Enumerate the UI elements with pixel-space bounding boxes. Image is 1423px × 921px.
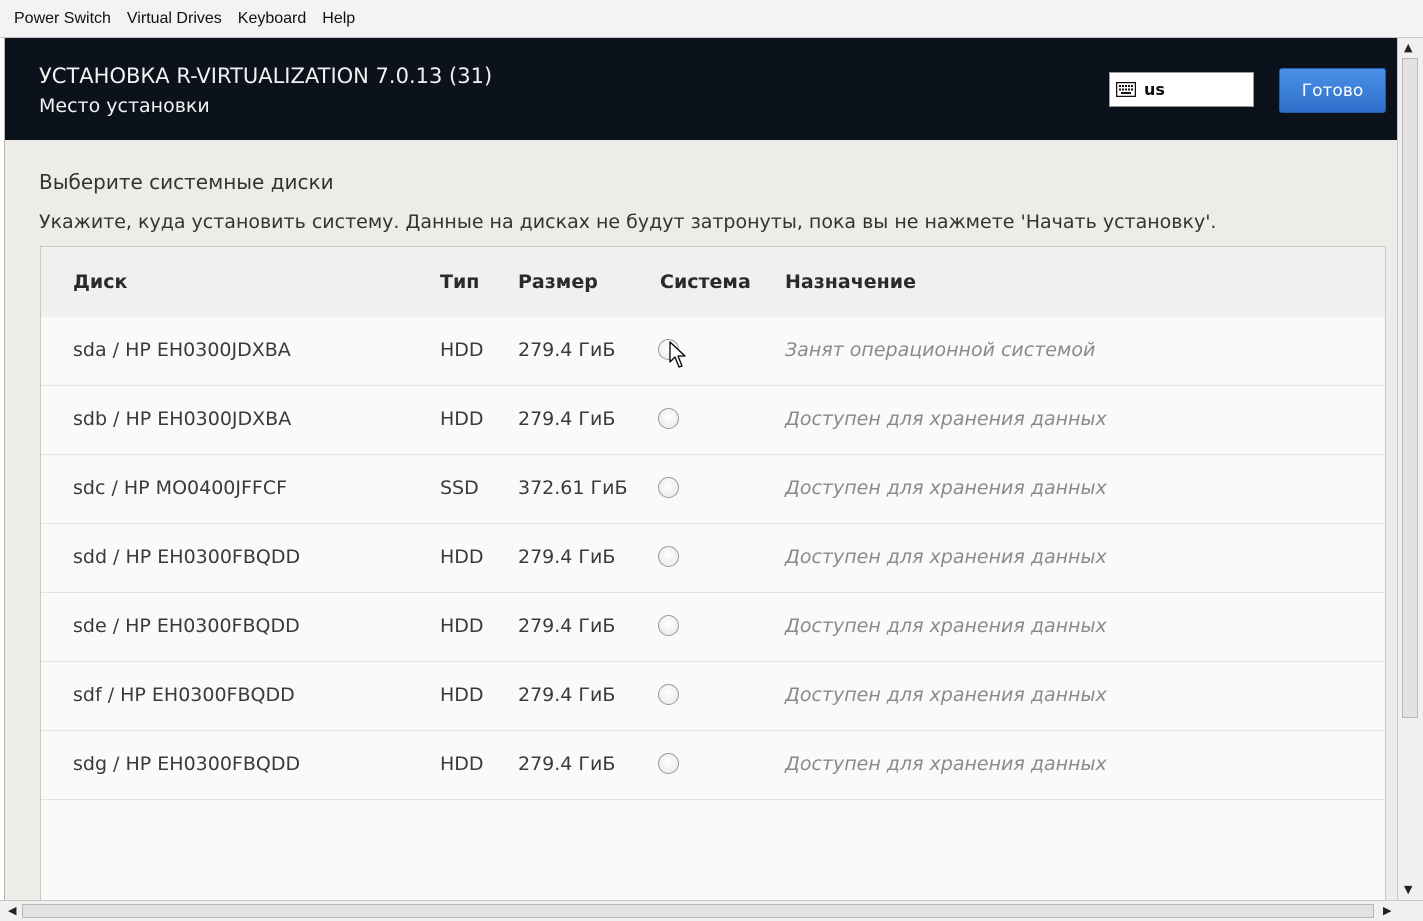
vertical-scrollbar[interactable]: ▲ ▼ <box>1397 38 1423 900</box>
disk-size: 279.4 ГиБ <box>518 615 616 637</box>
system-radio[interactable] <box>658 615 679 636</box>
disk-size: 279.4 ГиБ <box>518 546 616 568</box>
disk-purpose: Доступен для хранения данных <box>785 408 1107 430</box>
disk-type: HDD <box>440 615 484 637</box>
disk-size: 279.4 ГиБ <box>518 753 616 775</box>
menu-help[interactable]: Help <box>314 0 363 38</box>
system-radio[interactable] <box>658 684 679 705</box>
vertical-scroll-thumb[interactable] <box>1402 58 1418 718</box>
disk-purpose: Доступен для хранения данных <box>785 753 1107 775</box>
disk-purpose: Занят операционной системой <box>785 339 1096 361</box>
disk-size: 372.61 ГиБ <box>518 477 628 499</box>
keyboard-layout-value: us <box>1144 80 1165 99</box>
menu-power-switch[interactable]: Power Switch <box>6 0 119 38</box>
menu-virtual-drives[interactable]: Virtual Drives <box>119 0 230 38</box>
disk-size: 279.4 ГиБ <box>518 339 616 361</box>
disk-purpose: Доступен для хранения данных <box>785 477 1107 499</box>
menu-bar: Power Switch Virtual Drives Keyboard Hel… <box>0 0 1423 38</box>
installer-title: УСТАНОВКА R-VIRTUALIZATION 7.0.13 (31) <box>39 64 493 88</box>
table-row[interactable]: sdc / HP MO0400JFFCF SSD 372.61 ГиБ Дост… <box>41 455 1385 524</box>
disk-purpose: Доступен для хранения данных <box>785 546 1107 568</box>
disk-name: sdg / HP EH0300FBQDD <box>73 753 301 775</box>
installer-window: УСТАНОВКА R-VIRTUALIZATION 7.0.13 (31) М… <box>4 38 1398 900</box>
column-header-type: Тип <box>440 271 480 293</box>
disk-name: sdf / HP EH0300FBQDD <box>73 684 295 706</box>
scroll-left-icon[interactable]: ◀ <box>8 904 16 917</box>
column-header-system: Система <box>660 271 751 293</box>
done-button[interactable]: Готово <box>1279 68 1386 113</box>
disk-name: sdc / HP MO0400JFFCF <box>73 477 288 499</box>
page-title: Место установки <box>39 95 210 117</box>
disk-purpose: Доступен для хранения данных <box>785 615 1107 637</box>
table-row[interactable]: sda / HP EH0300JDXBA HDD 279.4 ГиБ Занят… <box>41 317 1385 386</box>
horizontal-scrollbar[interactable]: ◀ ▶ <box>0 900 1423 921</box>
disk-name: sdb / HP EH0300JDXBA <box>73 408 292 430</box>
system-radio[interactable] <box>658 753 679 774</box>
disk-name: sda / HP EH0300JDXBA <box>73 339 291 361</box>
column-header-disk: Диск <box>73 271 128 293</box>
table-row[interactable]: sdb / HP EH0300JDXBA HDD 279.4 ГиБ Досту… <box>41 386 1385 455</box>
disk-type: HDD <box>440 339 484 361</box>
table-row[interactable]: sde / HP EH0300FBQDD HDD 279.4 ГиБ Досту… <box>41 593 1385 662</box>
table-header: Диск Тип Размер Система Назначение <box>41 247 1385 317</box>
system-radio[interactable] <box>658 477 679 498</box>
disk-table: Диск Тип Размер Система Назначение sda /… <box>40 246 1386 900</box>
disk-type: HDD <box>440 408 484 430</box>
system-radio[interactable] <box>658 546 679 567</box>
disk-type: HDD <box>440 684 484 706</box>
horizontal-scroll-thumb[interactable] <box>22 904 1374 918</box>
section-title: Выберите системные диски <box>39 170 334 194</box>
keyboard-layout-indicator[interactable]: us <box>1109 72 1254 107</box>
system-radio[interactable] <box>658 408 679 429</box>
disk-size: 279.4 ГиБ <box>518 684 616 706</box>
scroll-up-icon[interactable]: ▲ <box>1404 41 1412 54</box>
table-row[interactable]: sdg / HP EH0300FBQDD HDD 279.4 ГиБ Досту… <box>41 731 1385 800</box>
mouse-cursor-icon <box>669 341 686 368</box>
disk-purpose: Доступен для хранения данных <box>785 684 1107 706</box>
disk-type: HDD <box>440 546 484 568</box>
scroll-right-icon[interactable]: ▶ <box>1383 904 1391 917</box>
disk-name: sdd / HP EH0300FBQDD <box>73 546 301 568</box>
disk-name: sde / HP EH0300FBQDD <box>73 615 300 637</box>
disk-type: SSD <box>440 477 479 499</box>
section-description: Укажите, куда установить систему. Данные… <box>39 211 1217 233</box>
scroll-down-icon[interactable]: ▼ <box>1404 883 1412 896</box>
column-header-size: Размер <box>518 271 598 293</box>
keyboard-icon <box>1116 82 1136 97</box>
column-header-purpose: Назначение <box>785 271 916 293</box>
menu-keyboard[interactable]: Keyboard <box>230 0 315 38</box>
installer-header: УСТАНОВКА R-VIRTUALIZATION 7.0.13 (31) М… <box>5 38 1398 140</box>
table-row[interactable]: sdf / HP EH0300FBQDD HDD 279.4 ГиБ Досту… <box>41 662 1385 731</box>
disk-size: 279.4 ГиБ <box>518 408 616 430</box>
table-row[interactable]: sdd / HP EH0300FBQDD HDD 279.4 ГиБ Досту… <box>41 524 1385 593</box>
disk-type: HDD <box>440 753 484 775</box>
